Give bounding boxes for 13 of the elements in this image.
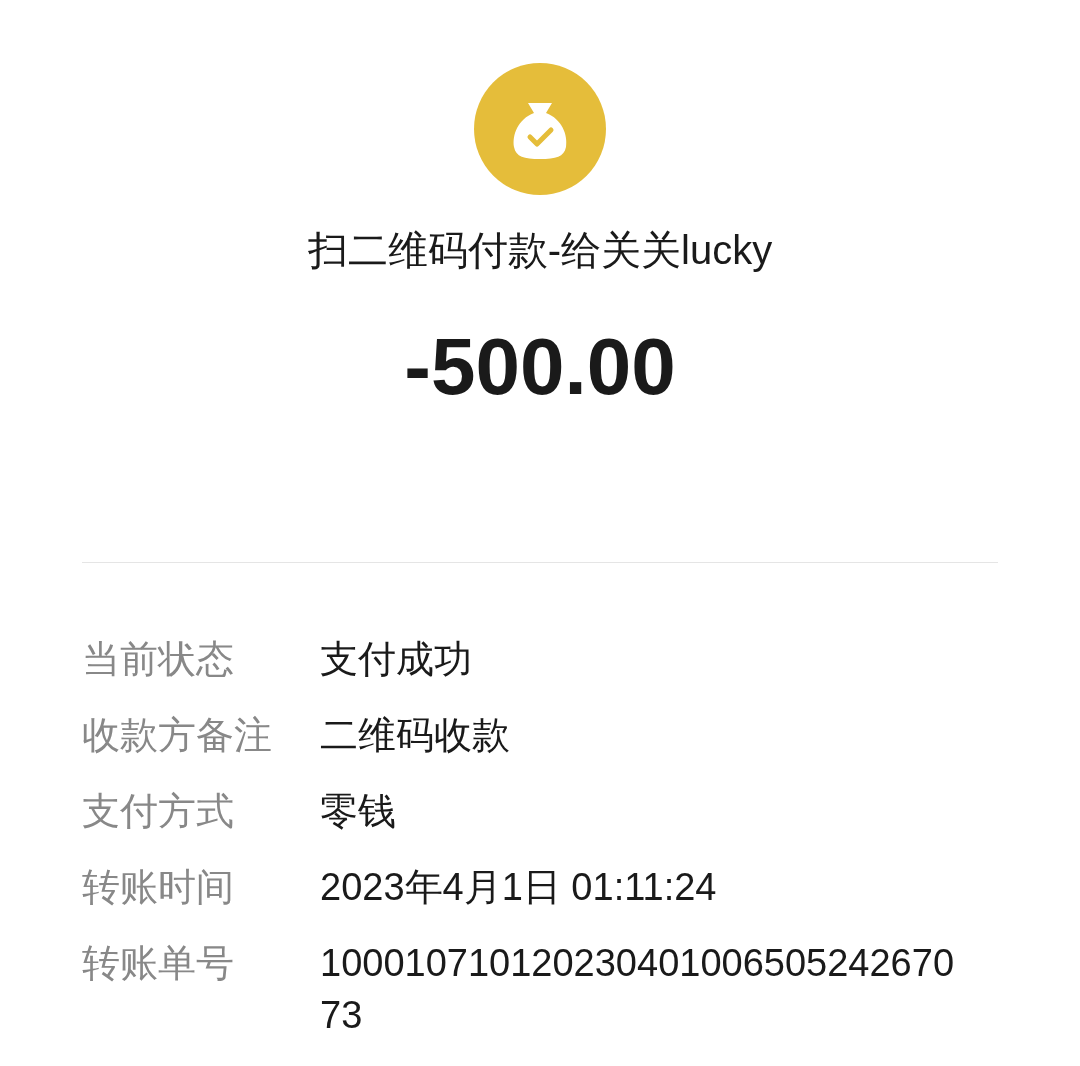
payment-amount: -500.00 bbox=[404, 327, 676, 407]
detail-value: 支付成功 bbox=[320, 637, 473, 682]
payment-title: 扫二维码付款-给关关lucky bbox=[307, 227, 773, 274]
detail-value: 2023年4月1日 01:11:24 bbox=[320, 865, 718, 910]
detail-label: 当前状态 bbox=[82, 637, 235, 682]
detail-value: 10001071012023040100650524267073 bbox=[320, 941, 955, 1038]
detail-label: 转账单号 bbox=[82, 941, 235, 986]
detail-value: 二维码收款 bbox=[320, 713, 511, 758]
detail-label: 收款方备注 bbox=[82, 713, 273, 758]
money-bag-icon bbox=[474, 63, 606, 195]
detail-label: 转账时间 bbox=[82, 865, 235, 910]
detail-value: 零钱 bbox=[320, 789, 397, 834]
detail-label: 支付方式 bbox=[82, 789, 235, 834]
